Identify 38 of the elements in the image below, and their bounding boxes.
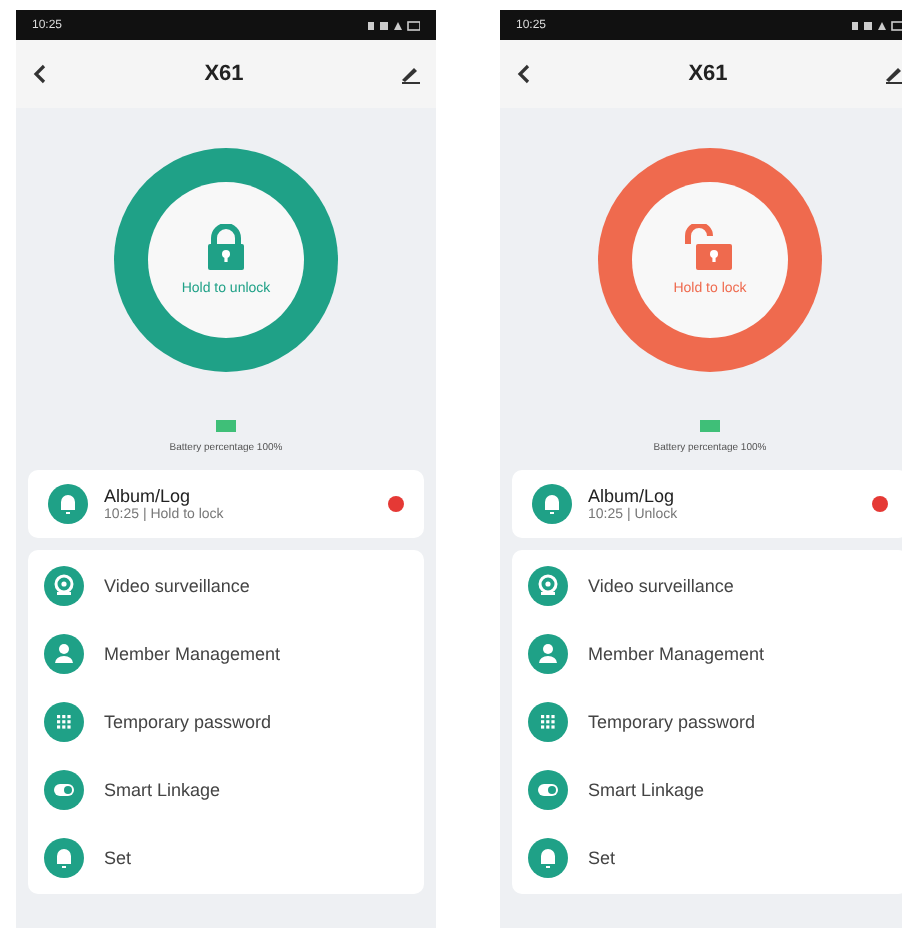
- menu-item[interactable]: Temporary password: [588, 712, 756, 732]
- person-icon: [528, 634, 568, 674]
- log-title: Album/Log: [588, 486, 677, 506]
- menu-item[interactable]: Set: [104, 848, 132, 868]
- open-padlock-icon: [684, 224, 736, 272]
- back-icon[interactable]: [516, 64, 532, 84]
- toggle-icon: [44, 770, 84, 810]
- bell-icon: [532, 484, 572, 524]
- status-icons: [368, 19, 420, 31]
- menu-item[interactable]: Set: [588, 848, 616, 868]
- battery-icon: [216, 420, 236, 432]
- menu-item[interactable]: Smart Linkage: [104, 780, 221, 800]
- bell-icon: [528, 838, 568, 878]
- camera-icon: [528, 566, 568, 606]
- log-title: Album/Log: [104, 486, 193, 506]
- device-title: X61: [688, 62, 728, 86]
- menu-item[interactable]: Temporary password: [104, 712, 272, 732]
- menu-item[interactable]: Video surveillance: [588, 576, 734, 596]
- padlock-icon: [204, 224, 248, 272]
- keypad-icon: [44, 702, 84, 742]
- notification-dot: [872, 496, 888, 512]
- back-icon[interactable]: [32, 64, 48, 84]
- status-icons: [852, 19, 902, 31]
- menu-item[interactable]: Smart Linkage: [588, 780, 705, 800]
- person-icon: [44, 634, 84, 674]
- camera-icon: [44, 566, 84, 606]
- device-title: X61: [204, 62, 244, 86]
- edit-icon[interactable]: [399, 64, 420, 84]
- edit-icon[interactable]: [883, 64, 902, 84]
- bell-icon: [48, 484, 88, 524]
- toggle-icon: [528, 770, 568, 810]
- menu-item[interactable]: Video surveillance: [104, 576, 250, 596]
- notification-dot: [388, 496, 404, 512]
- bell-icon: [44, 838, 84, 878]
- menu-item[interactable]: Member Management: [588, 644, 765, 664]
- battery-icon: [700, 420, 720, 432]
- menu-item[interactable]: Member Management: [104, 644, 281, 664]
- keypad-icon: [528, 702, 568, 742]
